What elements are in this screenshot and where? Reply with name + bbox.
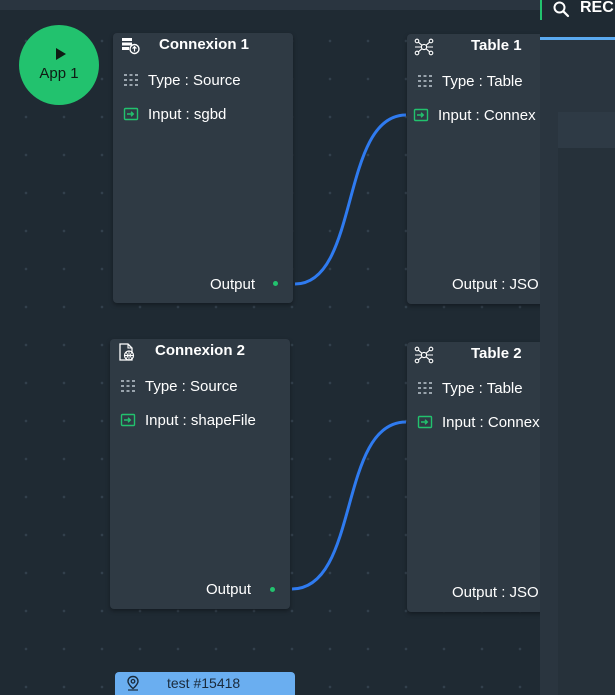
right-panel: REC: [540, 0, 615, 695]
network-nodes-icon: [414, 346, 434, 364]
network-nodes-icon: [414, 38, 434, 56]
input-port-icon: [123, 107, 139, 121]
link-connexion2-table2: [291, 420, 407, 591]
node-type-row: Type : Source: [120, 375, 238, 397]
database-upload-icon: [122, 38, 140, 55]
node-table-2[interactable]: Table 2 Type : Table Input : Connex Outp…: [407, 342, 540, 612]
search-bar-accent: [540, 0, 542, 20]
node-input-label: Input : shapeFile: [145, 411, 256, 429]
node-connexion-1[interactable]: Connexion 1 Type : Source Input : sgbd O…: [113, 33, 293, 303]
node-output-label: Output : JSO: [452, 276, 539, 293]
grid-dots-icon: [124, 74, 138, 86]
search-bar[interactable]: REC: [540, 0, 615, 37]
node-input-row[interactable]: Input : Connex: [417, 411, 540, 433]
output-port[interactable]: [270, 587, 275, 592]
search-text: REC: [580, 0, 614, 16]
node-type-label: Type : Source: [148, 71, 241, 89]
node-type-row: Type : Table: [417, 377, 523, 399]
node-header[interactable]: Connexion 2: [110, 339, 290, 363]
app-run-button[interactable]: App 1: [19, 25, 99, 105]
node-input-label: Input : Connex: [442, 413, 540, 431]
node-header[interactable]: Table 1: [407, 34, 540, 58]
node-input-row[interactable]: Input : shapeFile: [120, 409, 256, 431]
grid-dots-icon: [418, 75, 432, 87]
results-panel-header: [558, 112, 615, 148]
node-type-row: Type : Table: [417, 70, 523, 92]
output-port[interactable]: [273, 281, 278, 286]
results-panel: [558, 112, 615, 695]
link-connexion1-table1: [294, 113, 407, 286]
play-icon: [55, 48, 66, 60]
node-title: Connexion 2: [155, 342, 246, 359]
node-tag[interactable]: test #15418: [115, 672, 295, 695]
grid-dots-icon: [121, 380, 135, 392]
location-pin-icon: [127, 675, 139, 691]
app-label: App 1: [39, 65, 79, 82]
node-type-row: Type : Source: [123, 69, 241, 91]
globe-file-icon: [119, 343, 135, 361]
search-icon[interactable]: [552, 0, 570, 18]
node-output-label: Output: [210, 276, 256, 293]
node-header[interactable]: Connexion 1: [113, 33, 293, 57]
input-port-icon: [413, 108, 429, 122]
node-output-label: Output : JSO: [452, 584, 539, 601]
node-input-row[interactable]: Input : sgbd: [123, 103, 226, 125]
search-underline: [540, 37, 615, 40]
grid-dots-icon: [418, 382, 432, 394]
node-type-label: Type : Table: [442, 379, 523, 397]
node-header[interactable]: Table 2: [407, 342, 540, 366]
flow-canvas[interactable]: App 1 Connexion 1 Type : Source Input: …: [0, 0, 540, 695]
node-type-label: Type : Source: [145, 377, 238, 395]
input-port-icon: [120, 413, 136, 427]
node-title: Connexion 1: [159, 36, 250, 53]
tag-label: test #15418: [167, 675, 241, 691]
node-input-row[interactable]: Input : Connex: [413, 104, 536, 126]
node-title: Table 2: [471, 345, 522, 362]
node-output-label: Output: [206, 581, 252, 598]
input-port-icon: [417, 415, 433, 429]
node-type-label: Type : Table: [442, 72, 523, 90]
node-input-label: Input : Connex: [438, 106, 536, 124]
node-table-1[interactable]: Table 1 Type : Table Input : Connex Outp…: [407, 34, 540, 304]
node-input-label: Input : sgbd: [148, 105, 227, 123]
node-title: Table 1: [471, 37, 522, 54]
node-connexion-2[interactable]: Connexion 2 Type : Source Input : shapeF…: [110, 339, 290, 609]
